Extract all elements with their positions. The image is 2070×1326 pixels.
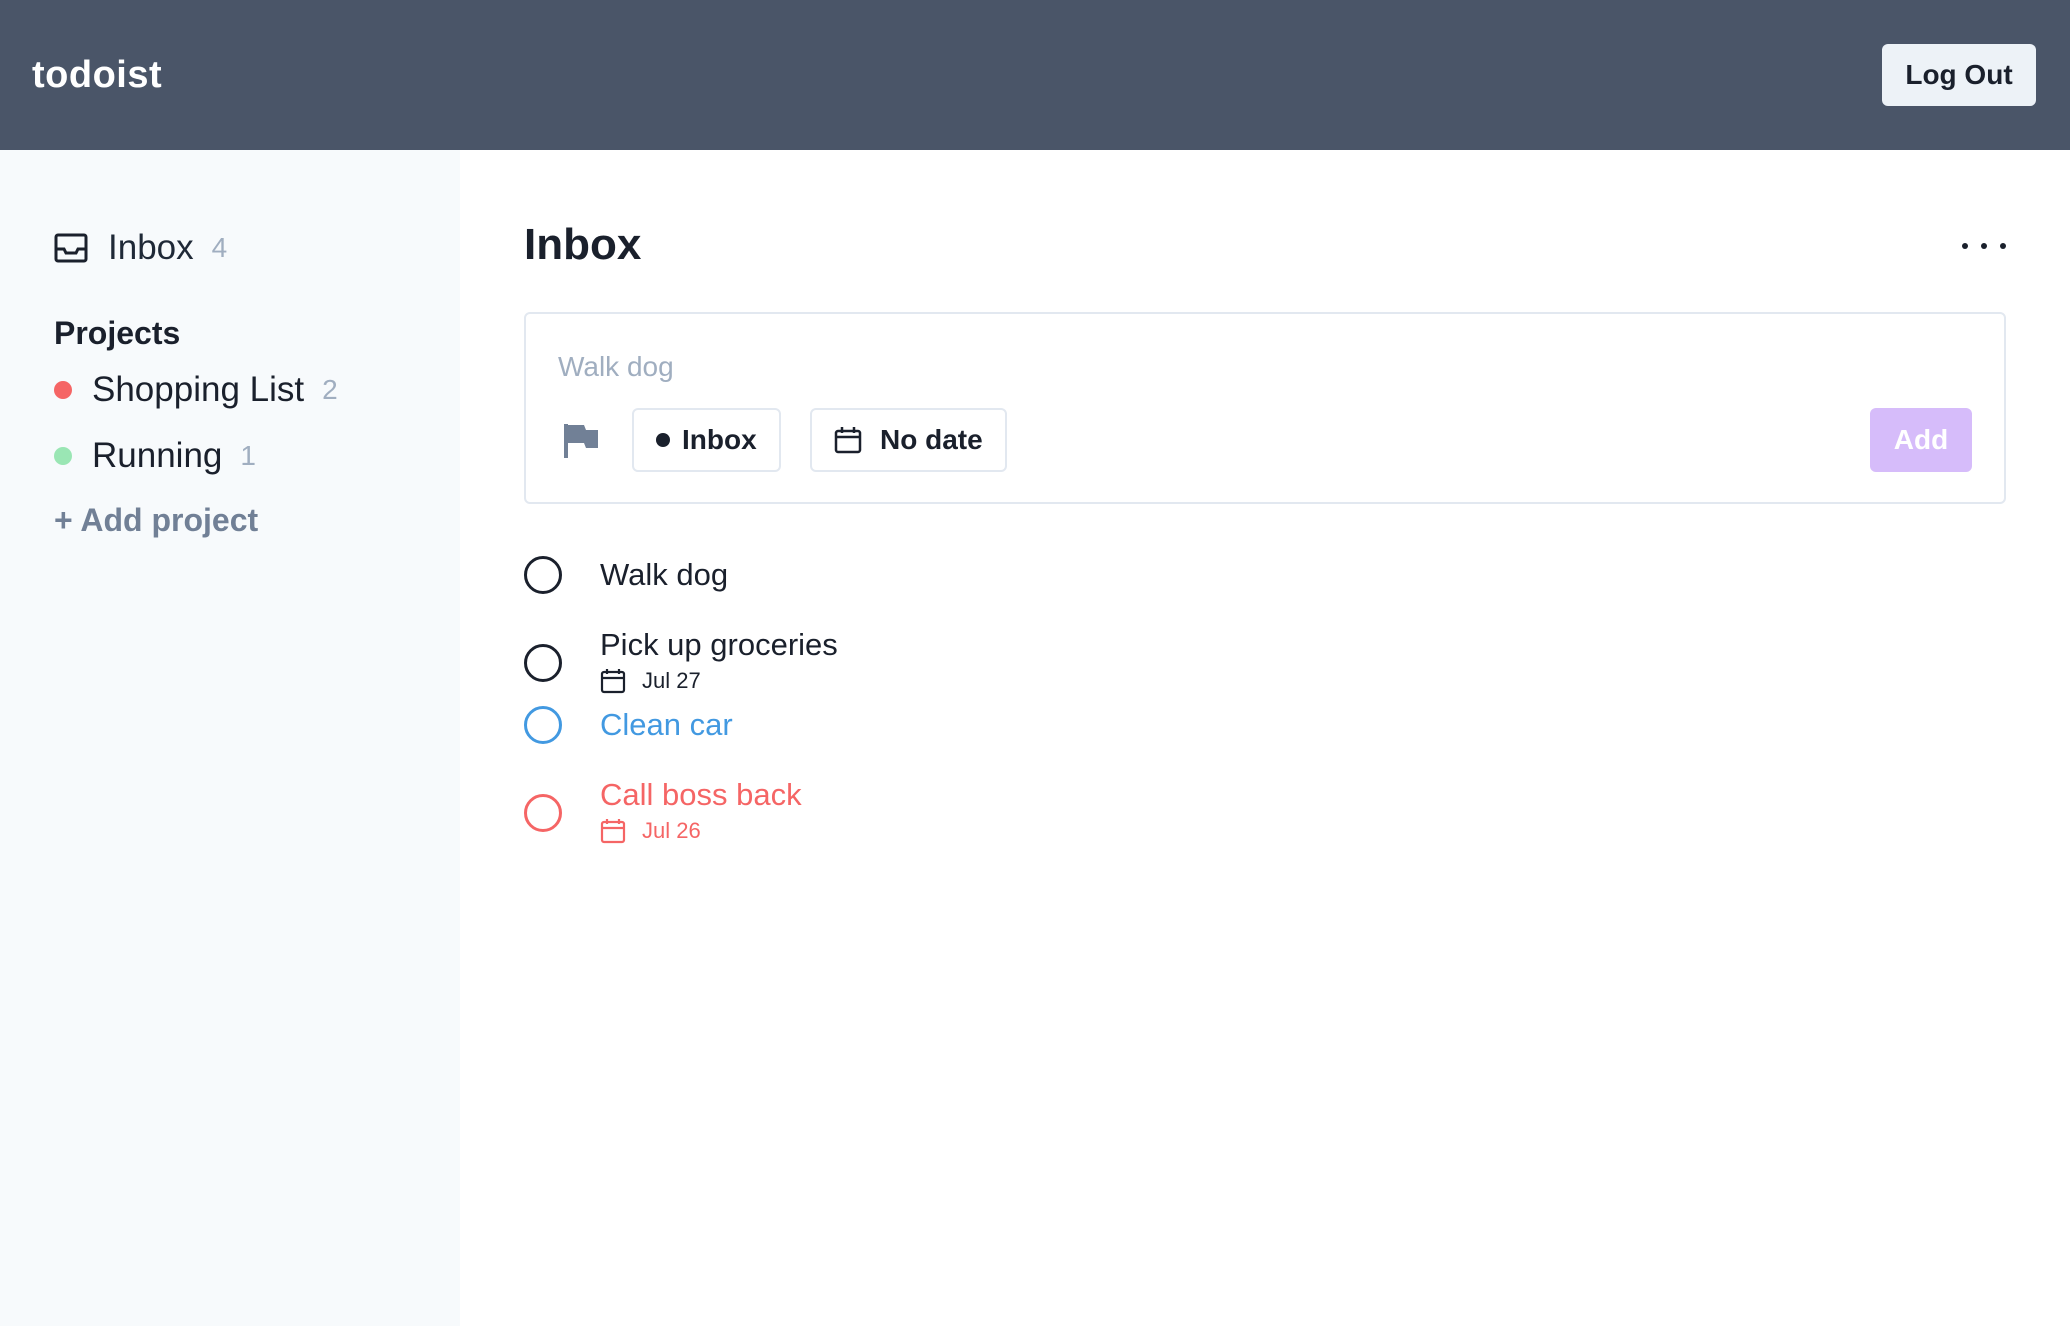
task-complete-checkbox[interactable] <box>524 794 562 832</box>
inbox-icon <box>54 233 88 263</box>
calendar-icon <box>834 427 862 454</box>
sidebar-item-label: Inbox <box>108 228 194 267</box>
task-complete-checkbox[interactable] <box>524 644 562 682</box>
more-options-icon[interactable] <box>1962 236 2006 256</box>
flag-icon[interactable] <box>562 422 600 460</box>
project-color-dot <box>54 447 72 465</box>
project-name: Shopping List <box>92 370 305 409</box>
task-item: Walk dog <box>524 556 728 594</box>
date-select-chip[interactable]: No date <box>810 408 1007 472</box>
page-title: Inbox <box>524 220 642 269</box>
project-name: Running <box>92 436 223 475</box>
date-chip-label: No date <box>880 424 983 455</box>
project-color-dot <box>54 381 72 399</box>
task-complete-checkbox[interactable] <box>524 706 562 744</box>
app-header: todoist Log Out <box>0 0 2070 150</box>
task-due-date: Jul 26 <box>600 818 802 844</box>
task-item: Call boss back Jul 26 <box>524 776 802 844</box>
projects-heading: Projects <box>54 315 181 351</box>
task-item: Pick up groceries Jul 27 <box>524 626 838 694</box>
task-composer: Inbox No date Add <box>524 312 2006 504</box>
project-chip-label: Inbox <box>682 424 757 455</box>
task-input[interactable] <box>558 342 1658 392</box>
sidebar-item-running[interactable]: Running 1 <box>54 436 256 476</box>
task-complete-checkbox[interactable] <box>524 556 562 594</box>
task-due-date: Jul 27 <box>600 668 838 694</box>
task-item: Clean car <box>524 706 733 744</box>
add-task-button[interactable]: Add <box>1870 408 1972 472</box>
project-select-chip[interactable]: Inbox <box>632 408 781 472</box>
sidebar: Inbox 4 Projects Shopping List 2 Running… <box>0 150 460 1326</box>
calendar-icon <box>600 669 626 694</box>
project-count: 2 <box>322 374 338 405</box>
task-title[interactable]: Call boss back <box>600 776 802 814</box>
inbox-count: 4 <box>211 232 228 263</box>
sidebar-item-inbox[interactable]: Inbox 4 <box>54 228 227 268</box>
logout-button[interactable]: Log Out <box>1882 44 2036 106</box>
project-dot-icon <box>656 433 670 447</box>
sidebar-item-shopping-list[interactable]: Shopping List 2 <box>54 370 338 410</box>
due-date-label: Jul 27 <box>642 668 701 693</box>
task-title[interactable]: Clean car <box>600 706 733 744</box>
task-title[interactable]: Pick up groceries <box>600 626 838 664</box>
add-project-button[interactable]: + Add project <box>54 502 258 539</box>
calendar-icon <box>600 819 626 844</box>
due-date-label: Jul 26 <box>642 818 701 843</box>
task-title[interactable]: Walk dog <box>600 556 728 594</box>
app-logo: todoist <box>32 53 163 96</box>
project-count: 1 <box>240 440 256 471</box>
